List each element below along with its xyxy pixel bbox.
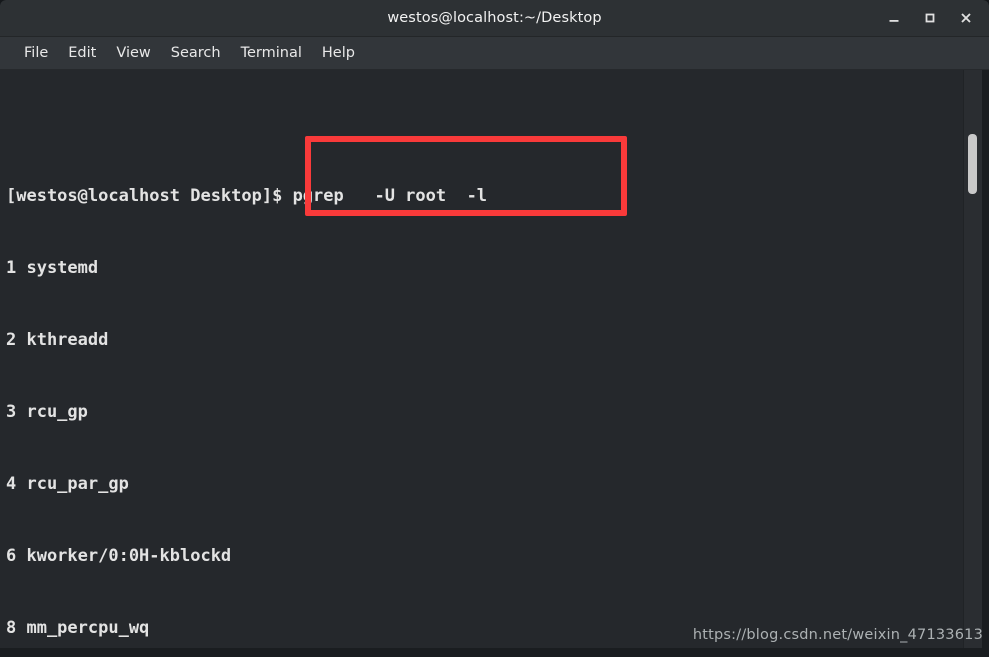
window-title: westos@localhost:~/Desktop bbox=[387, 10, 602, 26]
terminal-scrollbar[interactable] bbox=[963, 70, 982, 648]
close-button[interactable] bbox=[949, 3, 983, 33]
terminal-output-row: 3 rcu_gp bbox=[6, 402, 88, 422]
window-titlebar[interactable]: westos@localhost:~/Desktop bbox=[0, 0, 989, 37]
terminal-output-row: 4 rcu_par_gp bbox=[6, 474, 129, 494]
maximize-icon bbox=[925, 13, 935, 23]
watermark: https://blog.csdn.net/weixin_47133613 bbox=[692, 627, 983, 643]
terminal-spacer bbox=[6, 124, 963, 136]
menu-item-help[interactable]: Help bbox=[312, 42, 365, 64]
minimize-icon bbox=[889, 20, 899, 22]
menu-item-terminal[interactable]: Terminal bbox=[231, 42, 312, 64]
menu-item-edit[interactable]: Edit bbox=[58, 42, 106, 64]
desktop-bottom-strip bbox=[0, 648, 989, 657]
terminal-output-row: 2 kthreadd bbox=[6, 330, 109, 350]
terminal-body[interactable]: [westos@localhost Desktop]$ pgrep -U roo… bbox=[0, 70, 989, 648]
close-icon bbox=[961, 13, 971, 23]
terminal-output-area[interactable]: [westos@localhost Desktop]$ pgrep -U roo… bbox=[0, 70, 963, 648]
terminal-scrollbar-thumb[interactable] bbox=[968, 134, 977, 194]
terminal-output-row: 6 kworker/0:0H-kblockd bbox=[6, 546, 232, 566]
menu-item-search[interactable]: Search bbox=[161, 42, 231, 64]
terminal-window: westos@localhost:~/Desktop File Edit Vie… bbox=[0, 0, 989, 648]
menu-item-view[interactable]: View bbox=[106, 42, 160, 64]
terminal-prompt-line: [westos@localhost Desktop]$ pgrep -U roo… bbox=[6, 186, 488, 206]
minimize-button[interactable] bbox=[877, 3, 911, 33]
terminal-output-row: 1 systemd bbox=[6, 258, 99, 278]
menu-item-file[interactable]: File bbox=[14, 42, 58, 64]
maximize-button[interactable] bbox=[913, 3, 947, 33]
terminal-right-edge bbox=[982, 70, 989, 648]
menu-bar: File Edit View Search Terminal Help bbox=[0, 37, 989, 70]
window-controls bbox=[877, 0, 983, 36]
